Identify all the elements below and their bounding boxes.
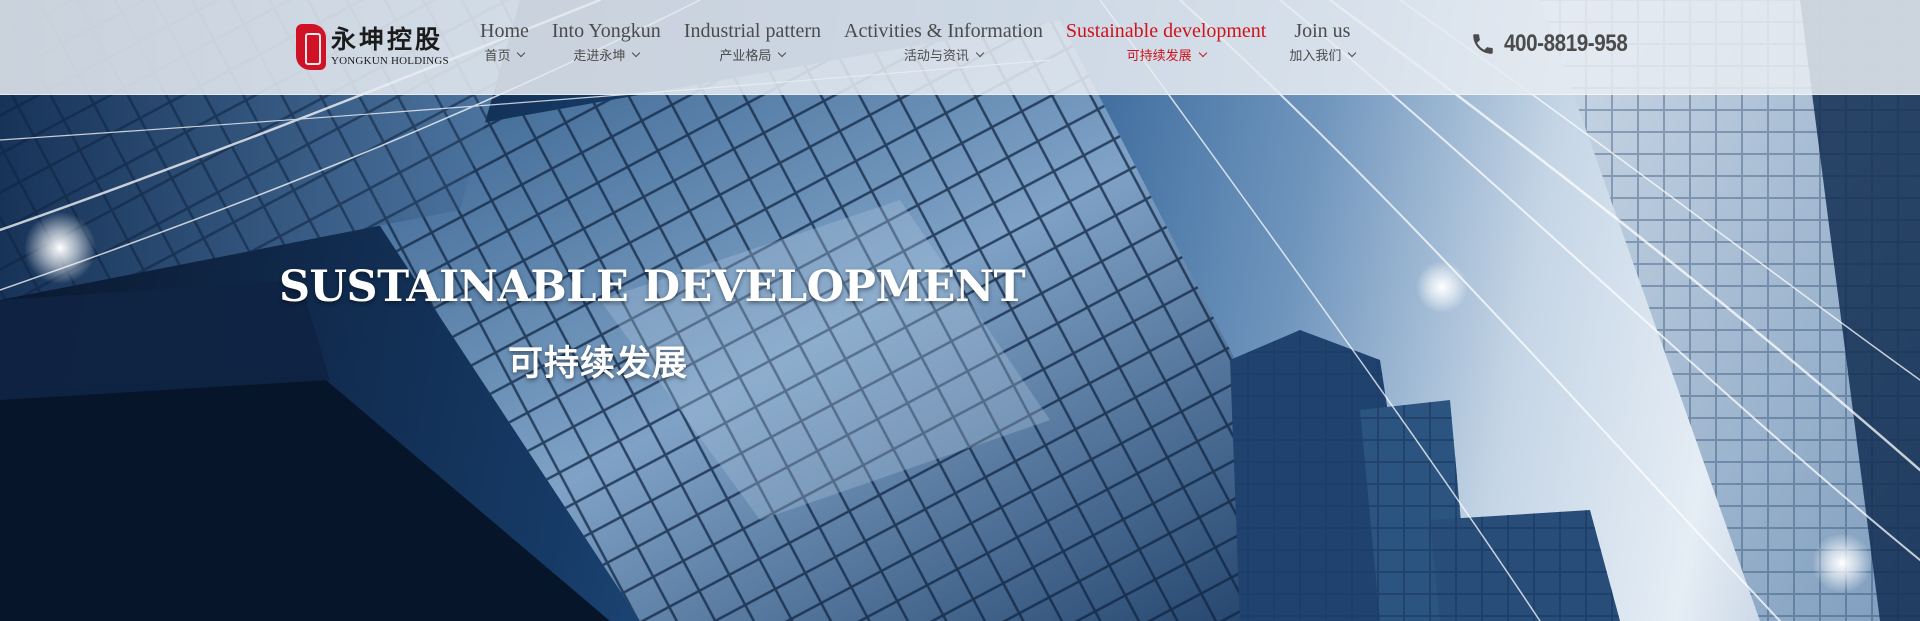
nav-label-en: Home xyxy=(480,20,529,42)
nav-sub: 活动与资讯 xyxy=(903,45,985,64)
hero-subtitle: 可持续发展 xyxy=(508,344,689,384)
nav-label-cn: 活动与资讯 xyxy=(903,49,969,64)
nav-label-cn: 加入我们 xyxy=(1289,49,1342,64)
nav-label-cn: 产业格局 xyxy=(719,49,772,64)
contact-phone[interactable]: 400-8819-958 xyxy=(1470,30,1647,58)
nav-label-en: Industrial pattern xyxy=(683,20,821,42)
brand-name-cn: 永坤控股 xyxy=(331,25,444,54)
nav-label-en: Into Yongkun xyxy=(551,20,661,42)
phone-icon xyxy=(1473,34,1493,54)
main-nav: Home 首页 Into Yongkun 走进永坤 Industrial pat… xyxy=(480,18,1378,78)
nav-label-cn: 走进永坤 xyxy=(573,49,626,64)
seal-icon xyxy=(296,24,326,70)
hero-title: SUSTAINABLE DEVELOPMENT xyxy=(279,262,1026,312)
brand-name-en: YONGKUN HOLDINGS xyxy=(331,55,449,67)
nav-sub: 加入我们 xyxy=(1289,45,1357,64)
site-header: 永坤控股 YONGKUN HOLDINGS Home 首页 Into Yongk… xyxy=(0,0,1920,95)
chevron-down-icon[interactable] xyxy=(975,48,985,57)
chevron-down-icon[interactable] xyxy=(517,48,526,57)
nav-sub: 产业格局 xyxy=(719,45,787,64)
nav-label-cn: 首页 xyxy=(484,49,511,64)
nav-item-into-yongkun[interactable]: Into Yongkun 走进永坤 xyxy=(552,18,661,64)
nav-sub: 首页 xyxy=(484,45,526,64)
chevron-down-icon[interactable] xyxy=(632,48,641,57)
nav-label-en: Join us xyxy=(1294,20,1351,42)
nav-label-en: Sustainable development xyxy=(1065,20,1267,42)
nav-item-industrial-pattern[interactable]: Industrial pattern 产业格局 xyxy=(684,18,821,64)
nav-label-en: Activities & Information xyxy=(844,20,1043,42)
nav-sub: 可持续发展 xyxy=(1126,45,1207,64)
nav-item-sustainable-development[interactable]: Sustainable development 可持续发展 xyxy=(1066,18,1267,64)
chevron-down-icon[interactable] xyxy=(778,48,787,57)
chevron-down-icon[interactable] xyxy=(1348,48,1357,57)
brand-wordmark: 永坤控股 YONGKUN HOLDINGS xyxy=(331,27,449,67)
nav-item-activities-information[interactable]: Activities & Information 活动与资讯 xyxy=(844,18,1043,64)
nav-sub: 走进永坤 xyxy=(573,45,641,64)
phone-number: 400-8819-958 xyxy=(1504,30,1628,57)
chevron-down-icon[interactable] xyxy=(1198,48,1207,57)
brand-logo[interactable]: 永坤控股 YONGKUN HOLDINGS xyxy=(296,22,454,72)
nav-label-cn: 可持续发展 xyxy=(1126,49,1192,64)
nav-item-join-us[interactable]: Join us 加入我们 xyxy=(1289,18,1357,64)
nav-item-home[interactable]: Home 首页 xyxy=(480,18,529,64)
